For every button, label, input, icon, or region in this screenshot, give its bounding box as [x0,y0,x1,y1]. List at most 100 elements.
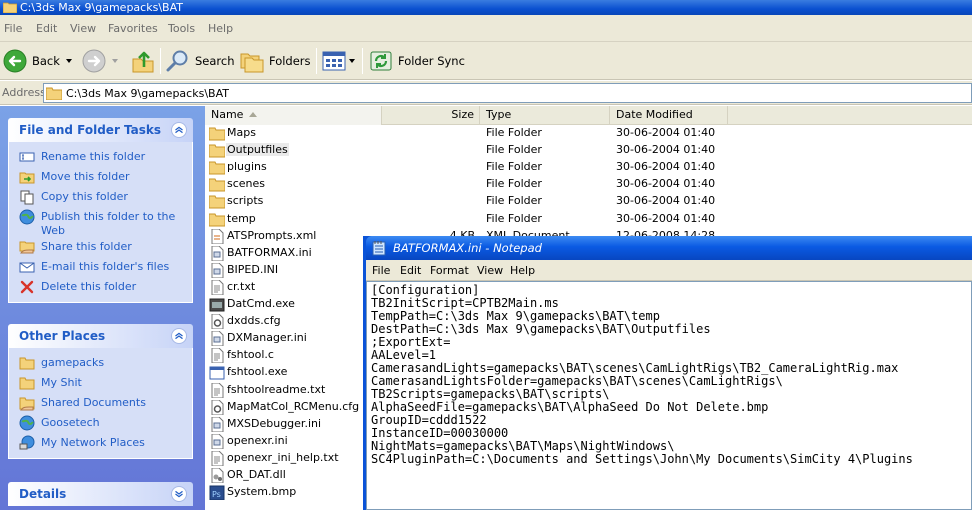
place-gamepacks[interactable]: gamepacks [9,354,192,374]
notepad-menu-help[interactable]: Help [510,264,535,277]
forward-dropdown-icon[interactable] [112,59,118,63]
task-label: Share this folder [41,240,132,253]
details-panel: Details [8,482,193,506]
task-rename-folder[interactable]: Rename this folder [9,148,192,168]
notepad-menu-view[interactable]: View [477,264,503,277]
cfg-file-icon [211,399,224,415]
search-label: Search [195,54,235,68]
back-dropdown-icon[interactable] [65,59,72,63]
up-folder-button[interactable] [132,46,154,76]
task-share-folder[interactable]: Share this folder [9,238,192,258]
network-places-icon [19,435,35,450]
delete-x-icon [20,280,34,294]
menu-favorites[interactable]: Favorites [108,22,158,35]
folder-icon [19,377,35,390]
ini-file-icon [211,245,224,261]
file-row[interactable]: temp File Folder 30-06-2004 01:40 [205,211,972,228]
views-dropdown-icon[interactable] [349,59,355,63]
file-type: File Folder [486,126,542,139]
file-row[interactable]: Maps File Folder 30-06-2004 01:40 [205,125,972,142]
shared-folder-icon [19,397,35,411]
text-file-icon [211,348,224,364]
menu-tools[interactable]: Tools [168,22,195,35]
task-publish-web[interactable]: Publish this folder to the Web [9,208,192,238]
address-input[interactable]: C:\3ds Max 9\gamepacks\BAT [43,83,972,103]
place-my-network-places[interactable]: My Network Places [9,434,192,454]
task-copy-folder[interactable]: Copy this folder [9,188,192,208]
ini-file-icon [211,262,224,278]
panel-title: Details [19,487,67,501]
menu-edit[interactable]: Edit [36,22,57,35]
file-row[interactable]: Outputfiles File Folder 30-06-2004 01:40 [205,142,972,159]
column-name[interactable]: Name [205,106,382,125]
file-name: BATFORMAX.ini [227,245,312,259]
menu-file[interactable]: File [4,22,22,35]
folder-icon [209,127,225,141]
photoshop-file-icon: Ps [209,485,225,501]
notepad-menu-file[interactable]: File [372,264,390,277]
file-row[interactable]: scripts File Folder 30-06-2004 01:40 [205,193,972,210]
notepad-menu-bar: File Edit Format View Help [366,260,972,281]
panel-title: Other Places [19,329,106,343]
notepad-title-bar[interactable]: BATFORMAX.ini - Notepad [366,236,972,260]
task-email-files[interactable]: E-mail this folder's files [9,258,192,278]
folder-icon [209,178,225,192]
text-line: SC4PluginPath=C:\Documents and Settings\… [371,452,913,466]
column-label: Date Modified [616,108,693,121]
menu-help[interactable]: Help [208,22,233,35]
task-delete-folder[interactable]: Delete this folder [9,278,192,298]
notepad-menu-format[interactable]: Format [430,264,469,277]
up-folder-icon [132,51,154,73]
task-move-folder[interactable]: Move this folder [9,168,192,188]
file-name: plugins [227,160,267,174]
views-button[interactable] [322,46,355,76]
email-icon [19,262,35,273]
expand-chevron-icon[interactable] [171,486,187,502]
notepad-text-area[interactable]: [Configuration] TB2InitScript=CPTB2Main.m… [366,281,972,510]
task-label: Copy this folder [41,190,128,203]
folder-icon [209,195,225,209]
menu-view[interactable]: View [70,22,96,35]
column-size[interactable]: Size [382,106,480,125]
place-shared-documents[interactable]: Shared Documents [9,394,192,414]
place-label: Goosetech [41,416,100,429]
window-title: C:\3ds Max 9\gamepacks\BAT [20,1,183,14]
file-name: MapMatCol_RCMenu.cfg [227,399,360,413]
file-name: Maps [227,126,256,139]
collapse-chevron-icon[interactable] [171,122,187,138]
file-type: File Folder [486,194,542,208]
folder-sync-button[interactable]: Folder Sync [369,46,465,76]
file-name: fshtoolreadme.txt [227,382,326,396]
panel-header[interactable]: Other Places [8,324,193,348]
search-button[interactable]: Search [166,46,235,76]
rename-icon [19,152,35,162]
collapse-chevron-icon[interactable] [171,328,187,344]
network-globe-icon [19,415,35,431]
file-row[interactable]: plugins File Folder 30-06-2004 01:40 [205,159,972,176]
place-my-shit[interactable]: My Shit [9,374,192,394]
file-date: 30-06-2004 01:40 [616,126,716,139]
share-hand-icon [19,241,35,254]
column-type[interactable]: Type [480,106,610,125]
back-button[interactable]: Back [3,46,72,76]
forward-button[interactable] [82,46,118,76]
file-name: ATSPrompts.xml [227,228,317,242]
panel-header[interactable]: File and Folder Tasks [8,118,193,142]
column-label: Name [211,108,244,121]
text-file-icon [211,450,224,466]
folder-sync-icon [370,51,392,71]
folders-button[interactable]: Folders [240,46,311,76]
file-name: OR_DAT.dll [227,468,286,481]
panel-header[interactable]: Details [8,482,193,506]
explorer-title-bar[interactable]: C:\3ds Max 9\gamepacks\BAT [0,0,972,15]
task-label: Publish this folder to the Web [41,210,176,237]
notepad-menu-edit[interactable]: Edit [400,264,421,277]
place-goosetech[interactable]: Goosetech [9,414,192,434]
notepad-icon [372,241,386,256]
notepad-window[interactable]: BATFORMAX.ini - Notepad File Edit Format… [363,236,972,510]
file-name: temp [227,211,256,225]
file-row[interactable]: scenes File Folder 30-06-2004 01:40 [205,176,972,193]
file-folder-tasks-panel: File and Folder Tasks Rename this folder… [8,118,193,303]
column-date-modified[interactable]: Date Modified [610,106,728,125]
file-name: fshtool.exe [227,365,288,379]
